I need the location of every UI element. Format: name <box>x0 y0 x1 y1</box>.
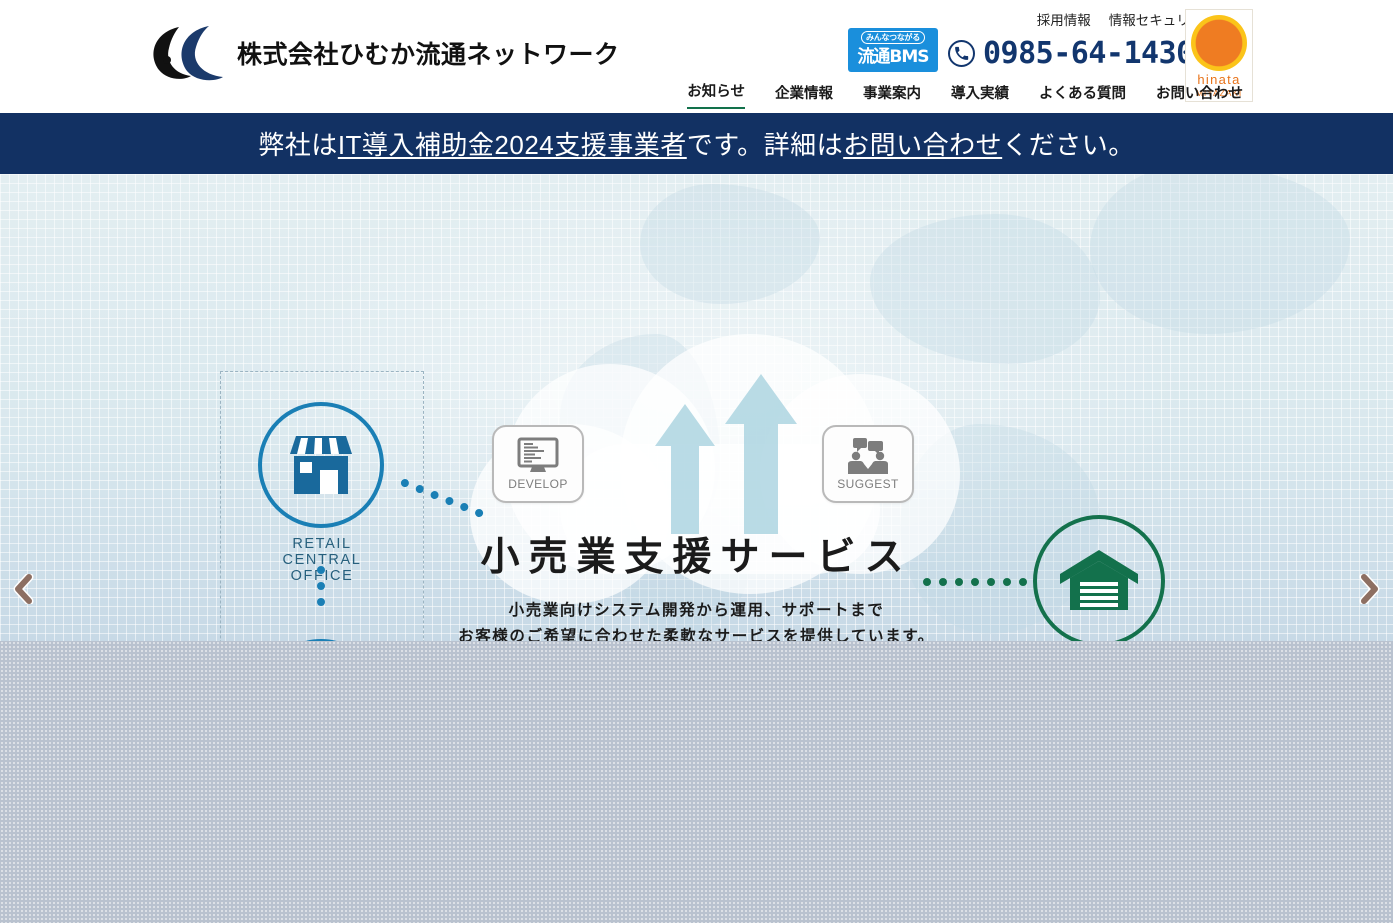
ryutsu-bms-badge[interactable]: みんなつながる 流通BMS <box>848 28 938 72</box>
hero-subtitle-line2: お客様のご希望に合わせた柔軟なサービスを提供しています。 <box>458 628 935 641</box>
crescent-wave-logo-icon <box>153 26 223 81</box>
people-chat-icon <box>848 438 888 474</box>
service-icon-develop[interactable]: DEVELOP <box>492 425 584 503</box>
hero-subtitle-line1: 小売業向けシステム開発から運用、サポートまで <box>508 602 885 619</box>
service-icon-suggest[interactable]: SUGGEST <box>822 425 914 503</box>
sun-icon <box>1191 15 1247 71</box>
top-link-recruit[interactable]: 採用情報 <box>1037 9 1091 29</box>
phone-block[interactable]: 0985-64-1430 <box>948 36 1194 71</box>
site-header: 株式会社ひむか流通ネットワーク 採用情報 情報セキュリティ方針 みんなつながる … <box>0 0 1393 113</box>
announcement-part3: ください。 <box>1002 130 1135 160</box>
nav-item-business[interactable]: 事業案内 <box>863 82 921 109</box>
storefront-icon <box>290 436 352 494</box>
hdnc-section: HDNCシステム <box>0 641 1393 923</box>
bms-logo-text: 流通BMS <box>857 47 929 67</box>
announcement-part1: 弊社は <box>258 130 338 160</box>
develop-label: DEVELOP <box>508 477 568 491</box>
announcement-link-contact[interactable]: お問い合わせ <box>843 130 1002 160</box>
main-navigation: お知らせ 企業情報 事業案内 導入実績 よくある質問 お問い合わせ <box>687 80 1243 109</box>
nav-item-company[interactable]: 企業情報 <box>775 82 833 109</box>
hero-subtitle: 小売業向けシステム開発から運用、サポートまで お客様のご希望に合わせた柔軟なサー… <box>0 598 1393 641</box>
monitor-code-icon <box>517 437 559 472</box>
retail-central-office-circle <box>258 402 384 528</box>
chevron-left-icon <box>13 574 34 604</box>
bms-tagline: みんなつながる <box>861 31 925 44</box>
chevron-right-icon <box>1359 574 1380 604</box>
up-arrow-decoration <box>655 404 715 534</box>
site-logo[interactable]: 株式会社ひむか流通ネットワーク <box>145 24 620 82</box>
up-arrow-decoration <box>725 374 797 534</box>
nav-item-cases[interactable]: 導入実績 <box>951 82 1009 109</box>
hero-carousel: RETAIL CENTRAL OFFICE STORES <box>0 174 1393 641</box>
carousel-next-button[interactable] <box>1355 572 1385 606</box>
nav-item-contact[interactable]: お問い合わせ <box>1156 82 1243 109</box>
suggest-label: SUGGEST <box>837 477 899 491</box>
announcement-bar: 弊社はIT導入補助金2024支援事業者です。詳細はお問い合わせください。 <box>0 113 1393 174</box>
announcement-link-subsidy[interactable]: IT導入補助金2024支援事業者 <box>338 130 687 160</box>
announcement-part2: です。詳細は <box>686 130 844 160</box>
hero-title: 小売業支援サービス <box>480 536 913 579</box>
carousel-prev-button[interactable] <box>8 572 38 606</box>
nav-item-news[interactable]: お知らせ <box>687 80 745 109</box>
company-name: 株式会社ひむか流通ネットワーク <box>237 41 620 69</box>
announcement-text: 弊社はIT導入補助金2024支援事業者です。詳細はお問い合わせください。 <box>258 125 1134 162</box>
phone-number: 0985-64-1430 <box>983 36 1194 71</box>
phone-icon <box>948 40 975 67</box>
nav-item-faq[interactable]: よくある質問 <box>1039 82 1126 109</box>
